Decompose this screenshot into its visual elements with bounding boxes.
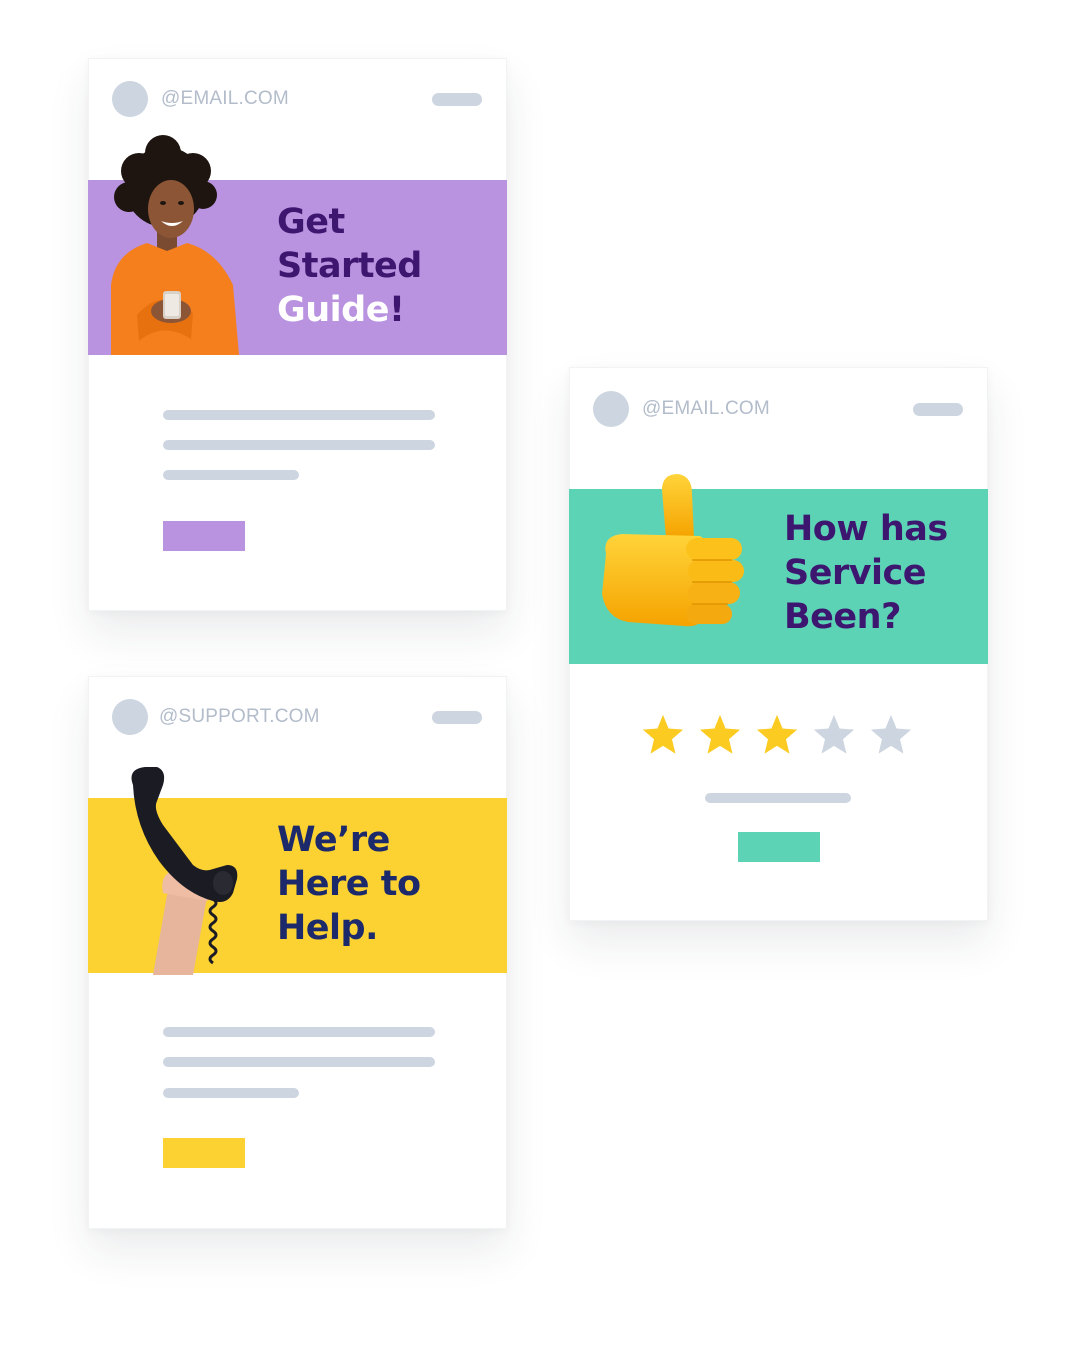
banner-headline: Get Started Guide!: [277, 200, 422, 332]
email-card-get-started[interactable]: @EMAIL.COM Get Started Guide!: [88, 58, 507, 611]
sender-avatar: [112, 699, 148, 735]
headline-line-3-text: Guide: [277, 290, 389, 330]
email-card-feedback[interactable]: @EMAIL.COM How has Service Been?: [569, 367, 988, 921]
text-placeholder-line: [163, 1027, 435, 1037]
headline-line-2: Service: [784, 553, 927, 593]
headline-line-3: Been?: [784, 597, 901, 637]
headline-line-1: How has: [784, 509, 948, 549]
star-empty-icon[interactable]: [868, 712, 914, 758]
woman-with-phone-image: [111, 135, 239, 355]
sender-address: @EMAIL.COM: [642, 398, 770, 419]
timestamp-placeholder: [913, 403, 963, 416]
email-header: @SUPPORT.COM: [89, 677, 506, 757]
star-filled-icon[interactable]: [754, 712, 800, 758]
cta-button[interactable]: [163, 521, 245, 551]
text-placeholder-line: [163, 1057, 435, 1067]
headline-line-2: Started: [277, 246, 422, 286]
telephone-handset-image: [131, 767, 238, 975]
star-filled-icon[interactable]: [640, 712, 686, 758]
banner-headline: We’re Here to Help.: [277, 818, 421, 950]
star-filled-icon[interactable]: [697, 712, 743, 758]
headline-line-3: Guide!: [277, 288, 422, 332]
email-header: @EMAIL.COM: [570, 368, 987, 448]
text-placeholder-line: [163, 470, 299, 480]
sender-avatar: [593, 391, 629, 427]
headline-line-2: Here to: [277, 864, 421, 904]
headline-line-1: Get: [277, 202, 345, 242]
text-placeholder-line: [163, 410, 435, 420]
timestamp-placeholder: [432, 711, 482, 724]
headline-line-1: We’re: [277, 820, 390, 860]
text-placeholder-line: [163, 440, 435, 450]
timestamp-placeholder: [432, 93, 482, 106]
cta-button[interactable]: [163, 1138, 245, 1168]
sender-address: @EMAIL.COM: [161, 88, 289, 109]
star-empty-icon[interactable]: [811, 712, 857, 758]
sender-avatar: [112, 81, 148, 117]
star-rating[interactable]: [640, 712, 914, 758]
cta-button[interactable]: [738, 832, 820, 862]
text-placeholder-line: [705, 793, 851, 803]
text-placeholder-line: [163, 1088, 299, 1098]
banner-headline: How has Service Been?: [784, 507, 948, 639]
headline-line-3: Help.: [277, 908, 378, 948]
sender-address: @SUPPORT.COM: [159, 706, 320, 727]
thumbs-up-image: [602, 474, 744, 627]
headline-exclamation: !: [388, 290, 405, 330]
email-header: @EMAIL.COM: [89, 59, 506, 139]
email-card-support[interactable]: @SUPPORT.COM We’re Here to Help.: [88, 676, 507, 1229]
